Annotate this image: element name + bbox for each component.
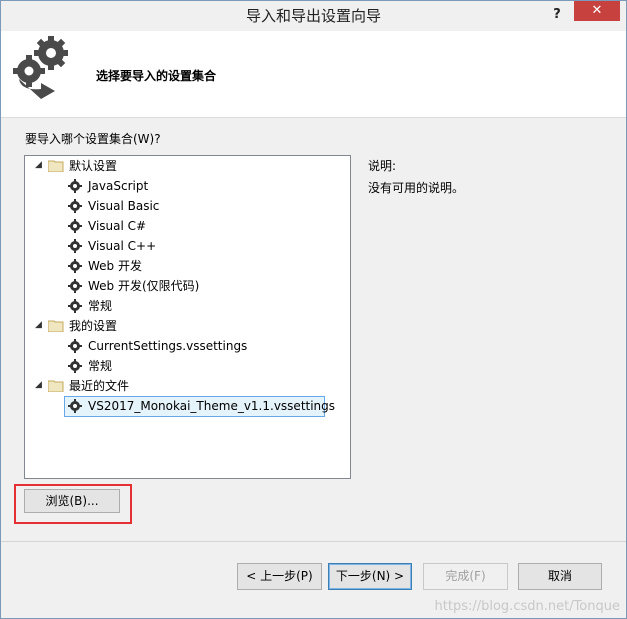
tree-item[interactable]: Web 开发(仅限代码) — [25, 276, 345, 296]
next-button[interactable]: 下一步(N) > — [328, 563, 412, 590]
expand-arrow-icon[interactable]: ◢ — [35, 320, 45, 330]
gear-icon — [68, 239, 82, 253]
tree-group-recent-files[interactable]: ◢ 最近的文件 — [25, 376, 345, 396]
gear-icon — [68, 259, 82, 273]
gear-icon — [68, 399, 82, 413]
tree-item[interactable]: Visual C++ — [25, 236, 345, 256]
expand-arrow-icon[interactable]: ◢ — [35, 380, 45, 390]
tree-group-my-settings[interactable]: ◢ 我的设置 — [25, 316, 345, 336]
wizard-window: 导入和导出设置向导 ? ✕ 选择要导入的设置集合 要导入哪个设置集合(W)? ◢… — [0, 0, 627, 619]
title-bar: 导入和导出设置向导 ? ✕ — [1, 1, 626, 31]
settings-tree[interactable]: ◢ 默认设置 JavaScript Visual Basic Visual C#… — [24, 155, 351, 479]
description-text: 没有可用的说明。 — [368, 181, 465, 195]
page-title: 选择要导入的设置集合 — [96, 69, 217, 83]
tree-item[interactable]: Visual C# — [25, 216, 345, 236]
tree-item[interactable]: 常规 — [25, 296, 345, 316]
tree-item[interactable]: Visual Basic — [25, 196, 345, 216]
settings-question-label: 要导入哪个设置集合(W)? — [25, 132, 161, 146]
tree-group-default-settings[interactable]: ◢ 默认设置 — [25, 156, 345, 176]
folder-icon — [48, 320, 64, 332]
gear-icon — [68, 179, 82, 193]
finish-button[interactable]: 完成(F) — [423, 563, 508, 590]
tree-item[interactable]: Web 开发 — [25, 256, 345, 276]
watermark: https://blog.csdn.net/Tonque — [434, 599, 620, 614]
expand-arrow-icon[interactable]: ◢ — [35, 160, 45, 170]
gear-icon — [68, 299, 82, 313]
gear-icon — [68, 219, 82, 233]
tree-item[interactable]: JavaScript — [25, 176, 345, 196]
window-title: 导入和导出设置向导 — [245, 7, 381, 25]
settings-gears-icon — [13, 36, 68, 99]
description-label: 说明: — [368, 159, 397, 173]
tree-item-selected[interactable]: VS2017_Monokai_Theme_v1.1.vssettings — [25, 396, 345, 417]
folder-icon — [48, 160, 64, 172]
gear-icon — [68, 359, 82, 373]
gear-icon — [68, 199, 82, 213]
gear-icon — [68, 339, 82, 353]
wizard-content: 要导入哪个设置集合(W)? ◢ 默认设置 JavaScript Visual B… — [1, 118, 626, 618]
wizard-header: 选择要导入的设置集合 — [1, 31, 626, 118]
cancel-button[interactable]: 取消 — [518, 563, 602, 590]
close-button[interactable]: ✕ — [574, 1, 620, 21]
previous-button[interactable]: < 上一步(P) — [237, 563, 322, 590]
footer-divider — [1, 541, 626, 542]
gear-icon — [68, 279, 82, 293]
browse-button[interactable]: 浏览(B)... — [24, 489, 120, 513]
tree-item[interactable]: 常规 — [25, 356, 345, 376]
tree-item[interactable]: CurrentSettings.vssettings — [25, 336, 345, 356]
help-button[interactable]: ? — [548, 5, 566, 25]
folder-icon — [48, 380, 64, 392]
